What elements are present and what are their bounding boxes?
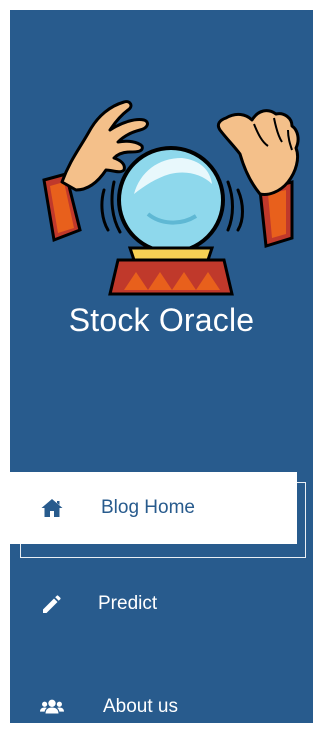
app-title: Stock Oracle bbox=[68, 302, 255, 338]
nav-item-about-us[interactable]: About us bbox=[10, 679, 313, 723]
nav-label-blog-home: Blog Home bbox=[101, 497, 195, 518]
pencil-icon bbox=[40, 592, 64, 616]
nav-item-blog-home[interactable]: Blog Home bbox=[10, 472, 297, 544]
nav-item-predict[interactable]: Predict bbox=[10, 576, 313, 632]
page: Stock Oracle Blog Home Predict About us bbox=[0, 0, 323, 733]
users-icon bbox=[40, 695, 64, 719]
nav-label-about-us: About us bbox=[103, 696, 178, 717]
nav-label-predict: Predict bbox=[98, 593, 158, 614]
home-icon bbox=[40, 496, 64, 520]
crystal-ball-icon bbox=[40, 90, 303, 300]
sidebar: Stock Oracle Blog Home Predict About us bbox=[10, 10, 313, 723]
